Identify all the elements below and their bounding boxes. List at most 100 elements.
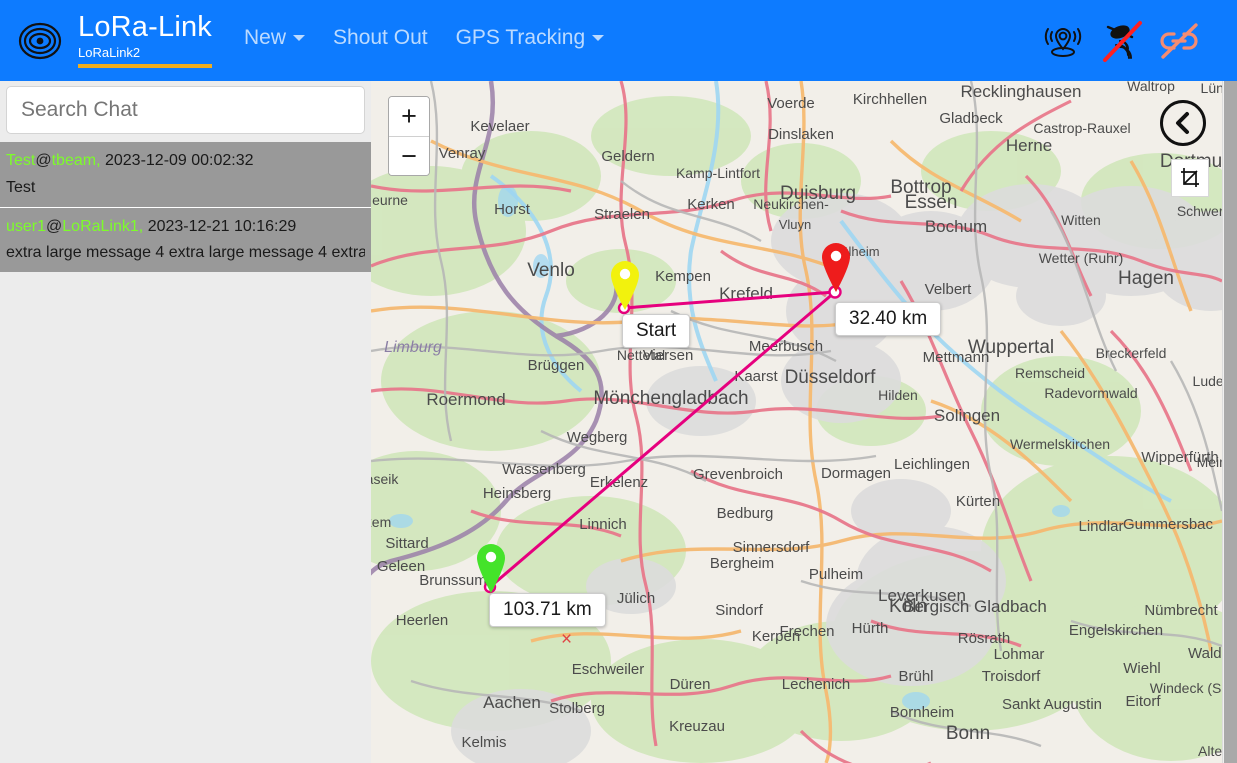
svg-text:Viersen: Viersen (643, 347, 694, 364)
chat-message-at: @ (35, 152, 52, 169)
start-marker[interactable] (609, 259, 641, 316)
chat-message-list: Test@tbeam, 2023-12-09 00:02:32 Test use… (0, 142, 371, 273)
svg-text:Bonn: Bonn (946, 723, 990, 744)
chat-message-separator: , (96, 152, 101, 169)
svg-text:Nümbrecht: Nümbrecht (1144, 602, 1218, 619)
link-broken-icon[interactable] (1153, 17, 1205, 65)
svg-text:Bergheim: Bergheim (710, 555, 774, 572)
svg-text:Breckerfeld: Breckerfeld (1096, 345, 1167, 361)
svg-text:Hürth: Hürth (852, 620, 889, 637)
search-chat-input[interactable] (6, 86, 365, 134)
app-root: LoRa-Link LoRaLink2 New Shout Out GPS Tr… (0, 0, 1237, 763)
chevron-down-icon (293, 34, 306, 41)
svg-text:Düsseldorf: Düsseldorf (785, 367, 877, 388)
scrollbar-thumb[interactable] (1224, 81, 1237, 763)
map-zoom-control: + − (388, 96, 430, 176)
svg-text:Dinslaken: Dinslaken (768, 126, 834, 143)
svg-text:Essen: Essen (905, 192, 958, 213)
svg-text:Straelen: Straelen (594, 206, 650, 223)
svg-text:Geldern: Geldern (601, 148, 654, 165)
top-navbar: LoRa-Link LoRaLink2 New Shout Out GPS Tr… (0, 0, 1237, 81)
svg-text:Aachen: Aachen (483, 693, 541, 712)
svg-text:Remscheid: Remscheid (1015, 365, 1085, 381)
svg-text:aseik: aseik (371, 471, 399, 487)
chat-message-user: Test (6, 152, 36, 169)
satellite-disconnected-icon[interactable] (1095, 17, 1147, 65)
chat-message-separator: , (138, 217, 144, 235)
svg-text:Kempen: Kempen (655, 268, 711, 285)
nav-item-shout-out[interactable]: Shout Out (319, 20, 442, 56)
svg-text:Rösrath: Rösrath (958, 630, 1011, 647)
svg-text:Linnich: Linnich (579, 516, 627, 533)
gps-map[interactable]: Kevelaer Voerde Kirchhellen Recklinghaus… (371, 81, 1222, 763)
second-node-marker[interactable] (475, 542, 507, 599)
nav-item-gps-tracking[interactable]: GPS Tracking (442, 20, 619, 56)
svg-text:Velbert: Velbert (925, 281, 973, 298)
chat-message-item[interactable]: Test@tbeam, 2023-12-09 00:02:32 Test (0, 142, 371, 208)
svg-text:Wermelskirchen: Wermelskirchen (1010, 436, 1110, 452)
map-tiles: Kevelaer Voerde Kirchhellen Recklinghaus… (371, 81, 1222, 763)
svg-text:Luden: Luden (1193, 373, 1222, 389)
nav-item-new[interactable]: New (230, 20, 319, 56)
brand-block[interactable]: LoRa-Link LoRaLink2 (78, 13, 212, 68)
svg-text:Eschweiler: Eschweiler (572, 661, 645, 678)
delete-measurement-button[interactable]: × (561, 630, 572, 649)
svg-text:Heinsberg: Heinsberg (483, 485, 551, 502)
svg-text:Sindorf: Sindorf (715, 602, 763, 619)
svg-text:Sinnersdorf: Sinnersdorf (733, 539, 811, 556)
svg-text:Wiehl: Wiehl (1123, 660, 1161, 677)
svg-text:eurne: eurne (372, 192, 408, 208)
nav-item-new-label: New (244, 25, 287, 49)
svg-text:Meerbusch: Meerbusch (749, 338, 823, 355)
svg-text:Grevenbroich: Grevenbroich (693, 466, 783, 483)
nav-item-shout-out-label: Shout Out (333, 25, 428, 49)
svg-text:Bornheim: Bornheim (890, 704, 954, 721)
svg-text:Kreuzau: Kreuzau (669, 718, 725, 735)
chat-message-item[interactable]: user1@LoRaLink1, 2023-12-21 10:16:29 ext… (0, 207, 371, 273)
start-tooltip: Start (622, 314, 691, 348)
chat-message-user: user1 (6, 217, 47, 235)
svg-text:Düren: Düren (670, 676, 711, 693)
svg-text:Kirchhellen: Kirchhellen (853, 91, 927, 108)
svg-text:Roermond: Roermond (426, 390, 505, 409)
radio-waves-icon (14, 15, 66, 67)
svg-text:Jülich: Jülich (617, 590, 655, 607)
svg-text:Kamp-Lintfort: Kamp-Lintfort (676, 165, 760, 181)
svg-text:Solingen: Solingen (934, 406, 1000, 425)
zoom-out-button[interactable]: − (389, 136, 429, 175)
svg-text:Heerlen: Heerlen (396, 612, 449, 629)
chat-message-header: user1@LoRaLink1, 2023-12-21 10:16:29 (6, 216, 365, 238)
svg-text:Lünen: Lünen (1201, 81, 1222, 96)
svg-text:Leichlingen: Leichlingen (894, 456, 970, 473)
map-back-button[interactable] (1160, 100, 1206, 146)
svg-text:Bedburg: Bedburg (717, 505, 774, 522)
gps-location-off-icon[interactable] (1037, 17, 1089, 65)
svg-text:Hagen: Hagen (1118, 268, 1174, 289)
svg-text:Kelmis: Kelmis (461, 734, 506, 751)
page-scrollbar[interactable] (1222, 81, 1237, 763)
svg-text:Herne: Herne (1006, 136, 1052, 155)
zoom-in-button[interactable]: + (389, 97, 429, 136)
header-status-icons (1037, 17, 1227, 65)
chevron-left-icon (1176, 112, 1189, 134)
svg-text:Limburg: Limburg (384, 339, 442, 356)
svg-text:Gummersbac: Gummersbac (1123, 516, 1214, 533)
svg-text:Engelskirchen: Engelskirchen (1069, 622, 1163, 639)
svg-text:Vluyn: Vluyn (779, 217, 812, 232)
map-crop-tool-button[interactable] (1171, 159, 1209, 197)
svg-text:Wassenberg: Wassenberg (502, 461, 586, 478)
svg-text:Hilden: Hilden (878, 387, 918, 403)
chevron-down-icon (592, 34, 605, 41)
svg-text:Bochum: Bochum (925, 217, 987, 236)
svg-text:Venlo: Venlo (527, 260, 575, 281)
svg-text:Radevormwald: Radevormwald (1044, 385, 1137, 401)
svg-text:Wuppertal: Wuppertal (968, 337, 1054, 358)
chat-message-body: extra large message 4 extra large messag… (6, 244, 365, 262)
svg-text:Duisburg: Duisburg (780, 183, 856, 204)
svg-text:Windeck (Sie: Windeck (Sie (1150, 680, 1222, 696)
svg-text:Schwerte: Schwerte (1177, 203, 1222, 219)
svg-text:Lohmar: Lohmar (994, 646, 1045, 663)
distance-tooltip-2: 103.71 km (489, 593, 606, 627)
destination-marker[interactable] (820, 241, 852, 298)
svg-text:Wetter (Ruhr): Wetter (Ruhr) (1039, 250, 1124, 266)
